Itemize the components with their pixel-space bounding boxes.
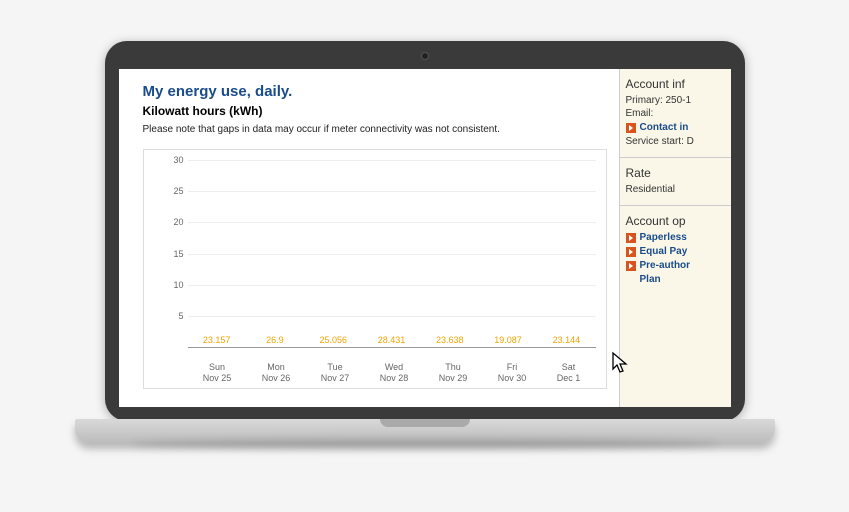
preauth-link[interactable]: Pre-author: [626, 260, 725, 271]
x-tick: ThuNov 29: [439, 362, 468, 384]
bar-value-label: 28.431: [378, 335, 406, 345]
bar-slot: 23.157: [190, 335, 243, 347]
rate-section: Rate Residential: [620, 158, 731, 206]
preauth-label: Pre-author: [640, 260, 691, 271]
bar-slot: 19.087: [482, 335, 535, 347]
screen: My energy use, daily. Kilowatt hours (kW…: [119, 69, 731, 407]
y-tick: 20: [158, 217, 184, 227]
bar-slot: 23.144: [540, 335, 593, 347]
grid-line: [188, 254, 596, 255]
grid-line: [188, 285, 596, 286]
primary-phone: Primary: 250-1: [626, 95, 725, 106]
y-tick: 15: [158, 249, 184, 259]
x-axis-labels: SunNov 25 MonNov 26 TueNov 27 WedNov 28 ThuN…: [188, 362, 596, 384]
sidebar: Account inf Primary: 250-1 Email: Contac…: [619, 69, 731, 407]
page-title: My energy use, daily.: [143, 83, 607, 100]
grid-line: [188, 191, 596, 192]
grid-line: [188, 316, 596, 317]
bar-value-label: 26.9: [266, 335, 284, 345]
bar-slot: 26.9: [248, 335, 301, 347]
bar-slot: 25.056: [307, 335, 360, 347]
laptop-base: [75, 419, 775, 443]
bar-value-label: 19.087: [494, 335, 522, 345]
bar-value-label: 23.638: [436, 335, 464, 345]
service-start: Service start: D: [626, 136, 725, 147]
plot-area: 23.157 26.9 25.056 28.431 23.638 19.087 23.144…: [188, 160, 596, 348]
page-subtitle: Kilowatt hours (kWh): [143, 104, 607, 118]
data-gap-note: Please note that gaps in data may occur …: [143, 124, 607, 135]
paperless-label: Paperless: [640, 232, 687, 243]
preauth-plan-line2: Plan: [626, 274, 725, 285]
y-tick: 25: [158, 186, 184, 196]
email-label: Email:: [626, 108, 725, 119]
account-info-section: Account inf Primary: 250-1 Email: Contac…: [620, 69, 731, 158]
x-tick: SatDec 1: [557, 362, 581, 384]
bar-slot: 23.638: [423, 335, 476, 347]
equal-payment-label: Equal Pay: [640, 246, 688, 257]
arrow-icon: [626, 261, 636, 271]
account-options-title: Account op: [626, 214, 725, 228]
grid-line: [188, 222, 596, 223]
paperless-link[interactable]: Paperless: [626, 232, 725, 243]
bar-value-label: 23.157: [203, 335, 231, 345]
arrow-icon: [626, 233, 636, 243]
contact-info-label: Contact in: [640, 122, 689, 133]
bar-value-label: 23.144: [553, 335, 581, 345]
energy-chart: 23.157 26.9 25.056 28.431 23.638 19.087 23.144…: [143, 149, 607, 389]
bar-value-label: 25.056: [319, 335, 347, 345]
bar-slot: 28.431: [365, 335, 418, 347]
x-tick: TueNov 27: [321, 362, 350, 384]
laptop-frame: My energy use, daily. Kilowatt hours (kW…: [75, 41, 775, 471]
rate-title: Rate: [626, 166, 725, 180]
y-tick: 10: [158, 280, 184, 290]
screen-bezel: My energy use, daily. Kilowatt hours (kW…: [105, 41, 745, 421]
arrow-icon: [626, 247, 636, 257]
y-tick: 30: [158, 155, 184, 165]
y-tick: 5: [158, 311, 184, 321]
account-options-section: Account op Paperless Equal Pay Pre-autho…: [620, 206, 731, 296]
x-tick: FriNov 30: [498, 362, 527, 384]
x-tick: MonNov 26: [262, 362, 291, 384]
webcam-dot: [422, 53, 428, 59]
rate-value: Residential: [626, 184, 725, 195]
account-info-title: Account inf: [626, 77, 725, 91]
x-tick: WedNov 28: [380, 362, 409, 384]
grid-line: [188, 160, 596, 161]
arrow-icon: [626, 123, 636, 133]
main-content: My energy use, daily. Kilowatt hours (kW…: [119, 69, 619, 407]
equal-payment-link[interactable]: Equal Pay: [626, 246, 725, 257]
contact-info-link[interactable]: Contact in: [626, 122, 725, 133]
x-tick: SunNov 25: [203, 362, 232, 384]
